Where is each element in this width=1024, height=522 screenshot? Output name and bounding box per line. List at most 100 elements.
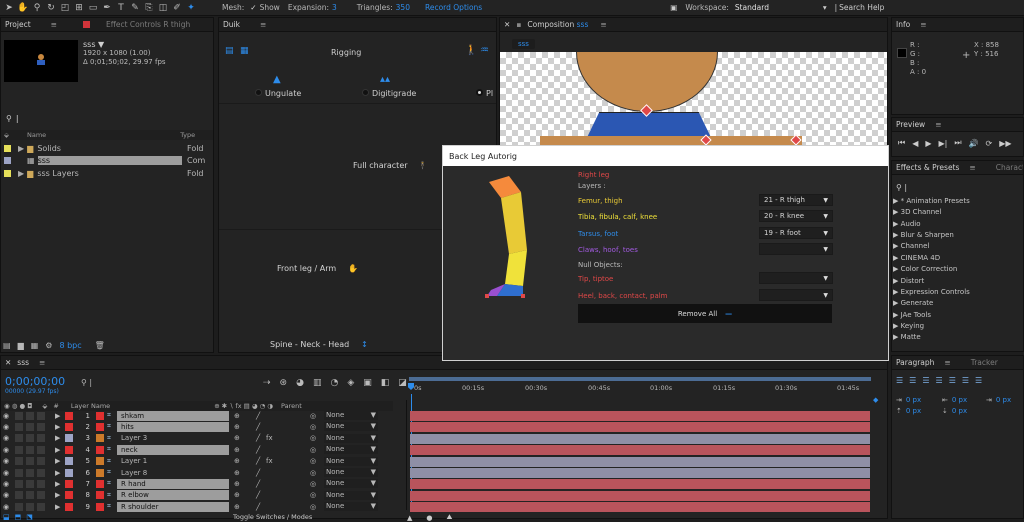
expand-arrow-icon[interactable]: ▶ <box>55 491 63 499</box>
timeline-layer-row[interactable]: ◉ ▶ 1 ⌗ shkam ⊕ ╱ ◎ None ▼ <box>0 410 392 421</box>
zoom-tool-icon[interactable]: ⚲ <box>30 3 44 13</box>
effect-category[interactable]: ▶ CINEMA 4D <box>893 254 940 262</box>
tibia-select[interactable]: 20 - R knee ▼ <box>759 210 833 222</box>
roto-brush-tool-icon[interactable]: ✐ <box>170 3 184 13</box>
panel-menu-icon[interactable]: ≡ <box>944 358 950 367</box>
audio-icon[interactable]: 🔊 <box>969 139 979 148</box>
parent-pickwhip-icon[interactable]: ◎ <box>310 491 324 499</box>
remove-all-button[interactable]: Remove All — <box>578 304 832 323</box>
pan-behind-tool-icon[interactable]: ⊞ <box>72 3 86 13</box>
effect-category[interactable]: ▶ Expression Controls <box>893 288 970 296</box>
expansion-value[interactable]: 3 <box>332 3 337 12</box>
switches-icon[interactable]: ⬒ <box>15 513 22 521</box>
solo-toggle[interactable] <box>26 479 34 488</box>
solo-toggle[interactable] <box>26 491 34 500</box>
modes-icon[interactable]: ⬔ <box>26 513 33 521</box>
trash-icon[interactable]: 🗑 <box>95 341 105 350</box>
timeline-layer-row[interactable]: ◉ ▶ 7 ⌗ R hand ⊕ ╱ ◎ None ▼ <box>0 478 392 489</box>
solo-toggle[interactable] <box>26 434 34 443</box>
effects-search-input[interactable]: ⚲ | <box>896 183 1020 193</box>
full-character-button[interactable]: Full character 🕴 <box>353 161 428 170</box>
panel-menu-icon[interactable]: ≡ <box>935 120 941 129</box>
timeline-layer-row[interactable]: ◉ ▶ 2 ⌗ hits ⊕ ╱ ◎ None ▼ <box>0 421 392 432</box>
quality-switch-icon[interactable]: ╱ <box>256 469 266 477</box>
expand-arrow-icon[interactable]: ▶ <box>55 469 63 477</box>
comp-viewer[interactable] <box>500 52 887 148</box>
record-options-link[interactable]: Record Options <box>425 3 482 12</box>
label-color-swatch[interactable] <box>65 479 73 488</box>
layer-duration-bar[interactable] <box>410 422 870 433</box>
eye-icon[interactable]: ◉ <box>3 480 13 488</box>
panel-menu-icon[interactable]: ≡ <box>260 20 266 29</box>
zoom-out-icon[interactable]: ▲ <box>407 514 412 522</box>
puppet-switch-icon[interactable]: ⊕ <box>234 412 246 420</box>
duik-grid-icon[interactable]: ▦ <box>240 46 249 56</box>
tab-info[interactable]: Info <box>896 20 910 29</box>
lock-toggle[interactable] <box>37 457 45 466</box>
digitigrade-radio[interactable] <box>362 89 369 96</box>
label-color-swatch[interactable] <box>65 502 73 511</box>
column-layer-name[interactable]: Layer Name <box>71 402 110 410</box>
expand-icon[interactable]: ⬓ <box>3 513 10 521</box>
claws-select[interactable]: ▼ <box>759 243 833 255</box>
tab-duik[interactable]: Duik <box>223 20 240 29</box>
duik-layout-icon[interactable]: ▤ <box>225 46 234 56</box>
parent-select[interactable]: None ▼ <box>324 490 378 500</box>
parent-select[interactable]: None ▼ <box>324 445 378 455</box>
column-type[interactable]: Type <box>180 131 195 139</box>
project-item[interactable]: ▶ ▆ sss Layers Fold <box>1 168 213 178</box>
creature-icon[interactable]: ♒ <box>480 45 489 56</box>
effect-category[interactable]: ▶ 3D Channel <box>893 208 941 216</box>
play-icon[interactable]: ▶ <box>925 139 931 148</box>
lock-toggle[interactable] <box>37 502 45 511</box>
eye-icon[interactable]: ◉ <box>3 423 13 431</box>
panel-menu-icon[interactable]: ≡ <box>51 20 57 29</box>
zoom-in-icon[interactable]: ⛰ <box>447 513 453 522</box>
expand-arrow-icon[interactable]: ▶ <box>55 423 63 431</box>
justify-all-icon[interactable]: ☰ <box>975 376 982 385</box>
puppet-switch-icon[interactable]: ⊕ <box>234 480 246 488</box>
ram-preview-icon[interactable]: ▶▶ <box>999 139 1011 148</box>
project-settings-icon[interactable]: ⚙ <box>45 341 52 350</box>
puppet-switch-icon[interactable]: ⊕ <box>234 423 246 431</box>
column-name[interactable]: Name <box>27 131 46 139</box>
time-ruler[interactable]: 0s 00:15s 00:30s 00:45s 01:00s 01:15s 01… <box>407 375 873 393</box>
parent-select[interactable]: None ▼ <box>324 433 378 443</box>
ungulate-radio[interactable] <box>255 89 262 96</box>
lock-toggle[interactable] <box>37 445 45 454</box>
solo-toggle[interactable] <box>26 468 34 477</box>
parent-pickwhip-icon[interactable]: ◎ <box>310 480 324 488</box>
keyframes-icon[interactable]: ◧ <box>381 378 390 388</box>
puppet-switch-icon[interactable]: ⊕ <box>234 491 246 499</box>
eraser-tool-icon[interactable]: ◫ <box>156 3 170 13</box>
parent-select[interactable]: None ▼ <box>324 468 378 477</box>
solo-toggle[interactable] <box>26 422 34 431</box>
tab-project[interactable]: Project <box>5 20 31 29</box>
layer-name[interactable]: shkam <box>117 410 229 421</box>
zoom-handle-icon[interactable]: ● <box>426 514 432 522</box>
effect-category[interactable]: ▶ Matte <box>893 333 921 341</box>
parent-select[interactable]: None ▼ <box>324 422 378 432</box>
project-search-input[interactable]: ⚲ | <box>3 112 211 124</box>
label-color-swatch[interactable] <box>65 434 73 443</box>
audio-toggle[interactable] <box>15 457 23 466</box>
solo-toggle[interactable] <box>26 502 34 511</box>
layer-name[interactable]: Layer 8 <box>117 468 229 478</box>
fx-switch-icon[interactable]: fx <box>266 434 276 442</box>
spine-button[interactable]: Spine - Neck - Head ↕ <box>270 340 368 349</box>
lock-toggle[interactable] <box>37 411 45 420</box>
expand-arrow-icon[interactable]: ▶ <box>55 503 63 511</box>
layer-name[interactable]: R elbow <box>117 490 229 501</box>
audio-toggle[interactable] <box>15 468 23 477</box>
tab-effects-presets[interactable]: Effects & Presets <box>896 163 959 172</box>
frame-blending-icon[interactable]: ▥ <box>313 378 322 388</box>
tab-paragraph[interactable]: Paragraph <box>896 358 934 367</box>
layer-duration-bar[interactable] <box>410 490 870 501</box>
parent-select[interactable]: None ▼ <box>324 411 378 420</box>
front-leg-button[interactable]: Front leg / Arm ✋ <box>277 264 358 273</box>
shy-layers-icon[interactable]: ◕ <box>296 378 304 388</box>
workspace-icon[interactable]: ▣ <box>670 3 677 12</box>
effect-category[interactable]: ▶ Distort <box>893 277 924 285</box>
align-center-icon[interactable]: ☰ <box>909 376 916 385</box>
effect-category[interactable]: ▶ JAe Tools <box>893 311 931 319</box>
